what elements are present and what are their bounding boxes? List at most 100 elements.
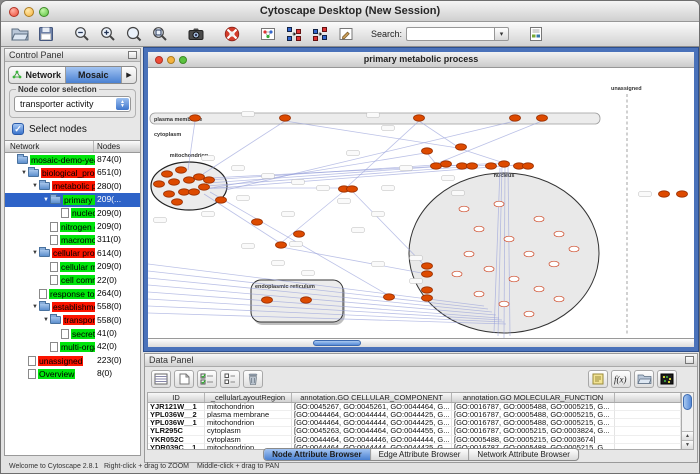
graph-node[interactable] [164,191,175,197]
create-attribute-icon[interactable] [174,370,194,388]
tree-row[interactable]: macromolecule311(0) [5,233,140,246]
scroll-down-arrow[interactable]: ▼ [682,440,693,449]
tree-row[interactable]: cellular metabo209(0) [5,260,140,273]
graph-node[interactable] [486,163,497,169]
table-row[interactable]: YPL036W__1mitochondrion[GO:0044464, GO:0… [148,419,681,427]
graph-node[interactable] [554,296,564,302]
graph-node[interactable] [524,311,534,317]
graph-node[interactable] [659,191,670,197]
graph-node[interactable] [474,226,484,232]
tree-column-network[interactable]: Network [5,141,94,152]
graph-node[interactable] [179,189,190,195]
layout-edges-icon[interactable] [309,24,331,44]
float-data-panel-icon[interactable] [685,356,694,364]
graph-node[interactable] [169,179,180,185]
table-row[interactable]: YKR052Ccytoplasm[GO:0044464, GO:0044446,… [148,436,681,444]
graph-node[interactable] [510,115,521,121]
graph-node[interactable] [537,115,548,121]
graph-node[interactable] [172,199,183,205]
expander-icon[interactable]: ▼ [31,304,39,310]
graph-node[interactable] [301,297,312,303]
vertical-scrollbar[interactable]: ▲ ▼ [681,392,694,450]
combobox-stepper-icon[interactable]: ▲▼ [116,98,129,110]
hscroll-thumb[interactable] [313,340,361,346]
tabs-overflow-arrow[interactable]: ▶ [122,67,136,83]
snapshot-camera-icon[interactable] [185,24,207,44]
tree-row[interactable]: ▼transport558(0) [5,314,140,327]
graph-node[interactable] [494,201,504,207]
graph-node[interactable] [262,297,273,303]
graph-node[interactable] [484,266,494,272]
maximize-button[interactable] [39,7,49,17]
graph-node[interactable] [554,231,564,237]
graph-node[interactable] [190,115,201,121]
column-header[interactable]: annotation.GO MOLECULAR_FUNCTION [452,393,615,402]
minimize-button[interactable] [24,7,34,17]
graph-node[interactable] [216,197,227,203]
tree-row[interactable]: Overview8(0) [5,367,140,380]
graph-node[interactable] [189,189,200,195]
tree-row[interactable]: cell communicat22(0) [5,274,140,287]
network-window-titlebar[interactable]: primary metabolic process [148,52,694,68]
horizontal-scrollbar[interactable] [148,338,694,347]
tree-row[interactable]: ▼primary metabo209(... [5,193,140,206]
graph-node[interactable] [509,276,519,282]
table-row[interactable]: YJR121W__1mitochondrion[GO:0045267, GO:0… [148,403,681,411]
tab-mosaic[interactable]: Mosaic [66,67,123,83]
table-row[interactable]: YPL036W__2plasma membrane[GO:0044464, GO… [148,411,681,419]
graph-node[interactable] [422,295,433,301]
float-panel-icon[interactable] [128,51,137,59]
function-builder-icon[interactable]: f(x) [611,370,631,388]
attribute-table[interactable]: ID_cellularLayoutRegionannotation.GO CEL… [147,392,682,450]
graph-node[interactable] [549,261,559,267]
graph-node[interactable] [154,181,165,187]
column-header[interactable]: ID [148,393,205,402]
zoom-selected-icon[interactable] [123,24,145,44]
network-canvas[interactable]: plasma membranecytoplasmmitochondrionnuc… [148,68,694,338]
graph-node[interactable] [457,163,468,169]
expander-icon[interactable]: ▼ [42,197,50,203]
expander-icon[interactable]: ▼ [42,317,50,323]
tree-row[interactable]: secretion41(0) [5,327,140,340]
import-network-icon[interactable] [257,24,279,44]
select-nodes-checkbox[interactable]: ✓ [12,123,24,135]
graph-node[interactable] [347,186,358,192]
tree-row[interactable]: ▼metabolic process280(0) [5,180,140,193]
zoom-in-icon[interactable] [97,24,119,44]
scroll-up-arrow[interactable]: ▲ [682,431,693,440]
tree-row[interactable]: unassigned223(0) [5,354,140,367]
graph-node[interactable] [414,115,425,121]
expander-icon[interactable]: ▼ [31,250,39,256]
graph-node[interactable] [524,251,534,257]
zoom-out-icon[interactable] [71,24,93,44]
graph-node[interactable] [456,144,467,150]
save-session-icon[interactable] [35,24,57,44]
graph-node[interactable] [276,242,287,248]
tab-node-attribute-browser[interactable]: Node Attribute Browser [264,449,371,460]
expander-icon[interactable]: ▼ [31,183,39,189]
column-header[interactable] [615,393,681,402]
tree-column-nodes[interactable]: Nodes [94,141,140,152]
graph-node[interactable] [467,163,478,169]
help-lifesaver-icon[interactable] [221,24,243,44]
graph-node[interactable] [499,301,509,307]
graph-node[interactable] [204,177,215,183]
net-maximize-button[interactable] [179,56,187,64]
graph-node[interactable] [534,286,544,292]
attribute-table-header[interactable]: ID_cellularLayoutRegionannotation.GO CEL… [148,393,681,403]
notes-icon[interactable] [588,370,608,388]
open-file-icon[interactable] [9,24,31,44]
zoom-fit-icon[interactable] [149,24,171,44]
graph-node[interactable] [422,287,433,293]
import-attributes-icon[interactable] [525,24,547,44]
search-dropdown-icon[interactable]: ▾ [494,27,509,41]
annotation-pencil-icon[interactable] [335,24,357,44]
window-titlebar[interactable]: Cytoscape Desktop (New Session) [1,1,699,22]
graph-node[interactable] [176,167,187,173]
net-minimize-button[interactable] [167,56,175,64]
graph-node[interactable] [252,219,263,225]
graph-node[interactable] [464,251,474,257]
graph-node[interactable] [422,271,433,277]
attribute-matrix-icon[interactable] [657,370,677,388]
graph-node[interactable] [569,246,579,252]
